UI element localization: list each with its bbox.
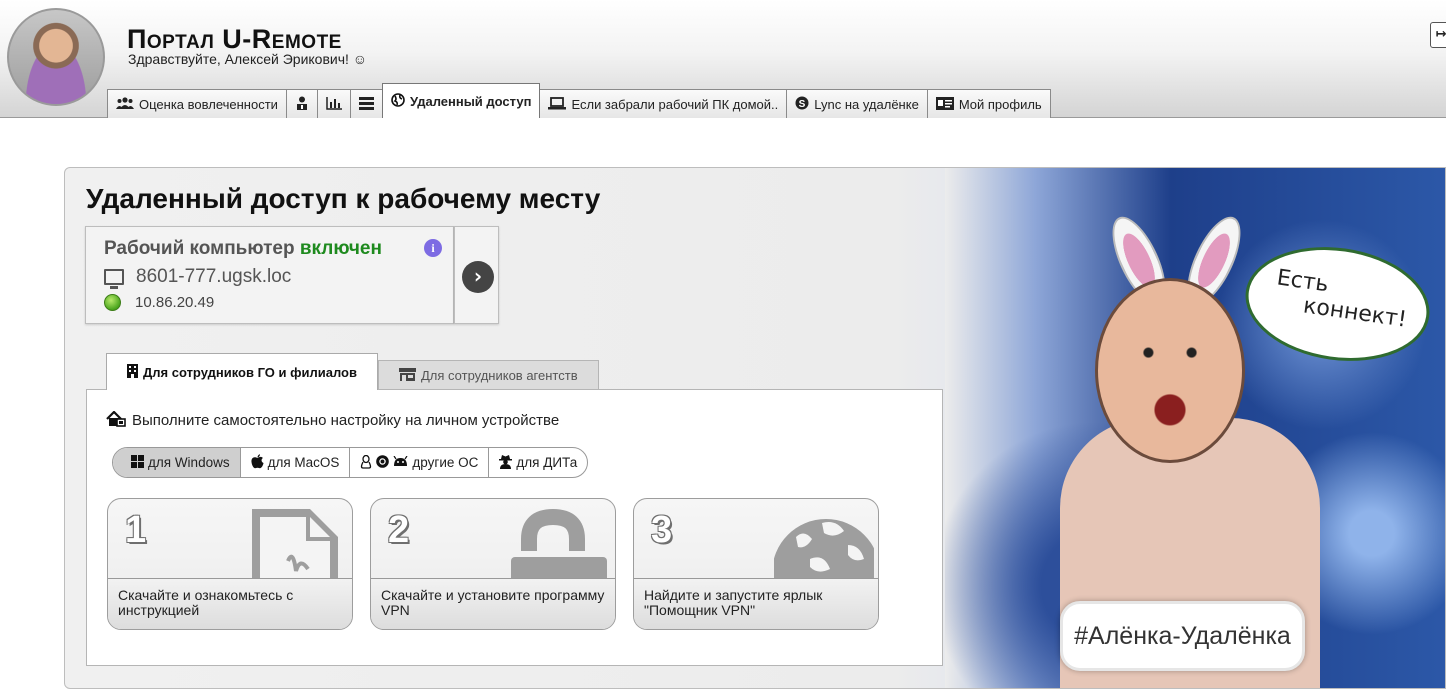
step-caption: Скачайте и установите программу VPN	[371, 578, 615, 629]
computer-hostname-row: 8601-777.ugsk.loc	[104, 266, 292, 289]
tab-engagement[interactable]: Оценка вовлеченности	[107, 89, 287, 118]
globe-icon	[774, 509, 874, 579]
steps: 1 Скачайте и ознакомьтесь с инструкцией …	[107, 498, 879, 630]
monitor-icon	[104, 269, 124, 289]
tab-label: Для сотрудников агентств	[420, 368, 578, 383]
svg-text:S: S	[799, 99, 806, 110]
step-number: 1	[125, 509, 147, 551]
os-windows-button[interactable]: для Windows	[113, 448, 241, 477]
home-gear-icon	[106, 410, 126, 429]
step-caption: Скачайте и ознакомьтесь с инструкцией	[108, 578, 352, 629]
speech-bubble: Есть коннект!	[1238, 235, 1437, 373]
pdf-file-icon	[248, 509, 348, 579]
computer-next-button[interactable]: ›	[454, 226, 499, 324]
step-card-run-shortcut[interactable]: 3 Найдите и запустите ярлык "Помощник VP…	[633, 498, 879, 630]
instructions-panel: Выполните самостоятельно настройку на ли…	[86, 389, 943, 666]
remote-access-card: Есть коннект! #Алёнка-Удалёнка Удаленный…	[64, 167, 1446, 689]
tab-label: Если забрали рабочий ПК домой..	[571, 96, 779, 112]
lock-icon	[511, 509, 611, 579]
computer-status: включен	[299, 238, 382, 259]
computer-title-prefix: Рабочий компьютер	[104, 238, 295, 259]
computer-hostname: 8601-777.ugsk.loc	[136, 266, 292, 287]
tab-label: Удаленный доступ	[409, 93, 532, 109]
step-caption: Найдите и запустите ярлык "Помощник VPN"	[634, 578, 878, 629]
step-card-download-instructions[interactable]: 1 Скачайте и ознакомьтесь с инструкцией	[107, 498, 353, 630]
os-label: другие ОС	[412, 455, 479, 470]
list-icon	[358, 96, 374, 112]
tab-list[interactable]	[349, 89, 383, 118]
ubuntu-icon	[376, 455, 390, 470]
person-face	[1095, 278, 1245, 463]
tab-label: Мой профиль	[958, 96, 1042, 112]
laptop-icon	[548, 96, 567, 112]
header: Портал U-Remote Здравствуйте, Алексей Эр…	[0, 0, 1446, 118]
top-tabs: Оценка вовлеченности Удаленный доступ Ес…	[107, 82, 1051, 118]
step-number: 2	[388, 509, 410, 551]
bar-chart-icon	[326, 96, 342, 112]
os-other-button[interactable]: другие ОС	[350, 448, 490, 477]
audience-tabs: Для сотрудников ГО и филиалов Для сотруд…	[106, 353, 599, 390]
org-person-icon	[295, 96, 309, 112]
tab-label: Lync на удалёнке	[814, 96, 919, 112]
section-heading: Удаленный доступ к рабочему месту	[86, 183, 601, 214]
tab-org[interactable]	[285, 89, 318, 118]
tab-agencies[interactable]: Для сотрудников агентств	[377, 360, 599, 390]
step-card-install-vpn[interactable]: 2 Скачайте и установите программу VPN	[370, 498, 616, 630]
tab-remote-access[interactable]: Удаленный доступ	[381, 83, 541, 118]
online-status-icon	[104, 294, 121, 311]
instruction-text: Выполните самостоятельно настройку на ли…	[132, 411, 560, 429]
computer-title: Рабочий компьютер включен	[104, 238, 382, 260]
computer-status-box: Рабочий компьютер включен i 8601-777.ugs…	[85, 226, 454, 324]
windows-icon	[131, 455, 144, 470]
promo-illustration: Есть коннект! #Алёнка-Удалёнка	[945, 168, 1445, 688]
tab-label: Для сотрудников ГО и филиалов	[143, 364, 357, 380]
os-dit-button[interactable]: для ДИТа	[489, 448, 587, 477]
chevron-right-icon: ›	[462, 261, 494, 293]
tab-lync[interactable]: S Lync на удалёнке	[786, 89, 928, 118]
building-icon	[127, 364, 138, 380]
os-label: для ДИТа	[516, 455, 578, 470]
os-label: для Windows	[148, 455, 230, 470]
hashtag-label: #Алёнка-Удалёнка	[1060, 601, 1305, 671]
step-number: 3	[651, 509, 673, 551]
apple-icon	[251, 454, 264, 471]
android-icon	[393, 455, 408, 469]
tab-ho-branches[interactable]: Для сотрудников ГО и филиалов	[106, 353, 378, 390]
computer-ip-row: 10.86.20.49	[104, 294, 214, 311]
computer-ip: 10.86.20.49	[135, 294, 215, 311]
user-secret-icon	[499, 454, 513, 471]
instruction-row: Выполните самостоятельно настройку на ли…	[106, 410, 560, 429]
tab-label: Оценка вовлеченности	[139, 96, 278, 112]
info-icon[interactable]: i	[424, 239, 442, 257]
tab-stats[interactable]	[316, 89, 351, 118]
logout-icon[interactable]: ↦	[1430, 22, 1446, 48]
tab-profile[interactable]: Мой профиль	[926, 89, 1051, 118]
globe-icon	[391, 93, 405, 109]
users-icon	[116, 97, 134, 111]
avatar[interactable]	[7, 8, 105, 106]
store-icon	[398, 368, 416, 383]
os-selector: для Windows для MacOS другие ОС для ДИТа	[112, 447, 589, 478]
id-card-icon	[935, 96, 954, 112]
tab-pc-at-home[interactable]: Если забрали рабочий ПК домой..	[539, 89, 788, 118]
greeting: Здравствуйте, Алексей Эрикович! ☺	[128, 51, 368, 67]
linux-icon	[360, 454, 372, 471]
skype-icon: S	[795, 96, 809, 112]
os-label: для MacOS	[267, 455, 340, 470]
os-macos-button[interactable]: для MacOS	[241, 448, 351, 477]
